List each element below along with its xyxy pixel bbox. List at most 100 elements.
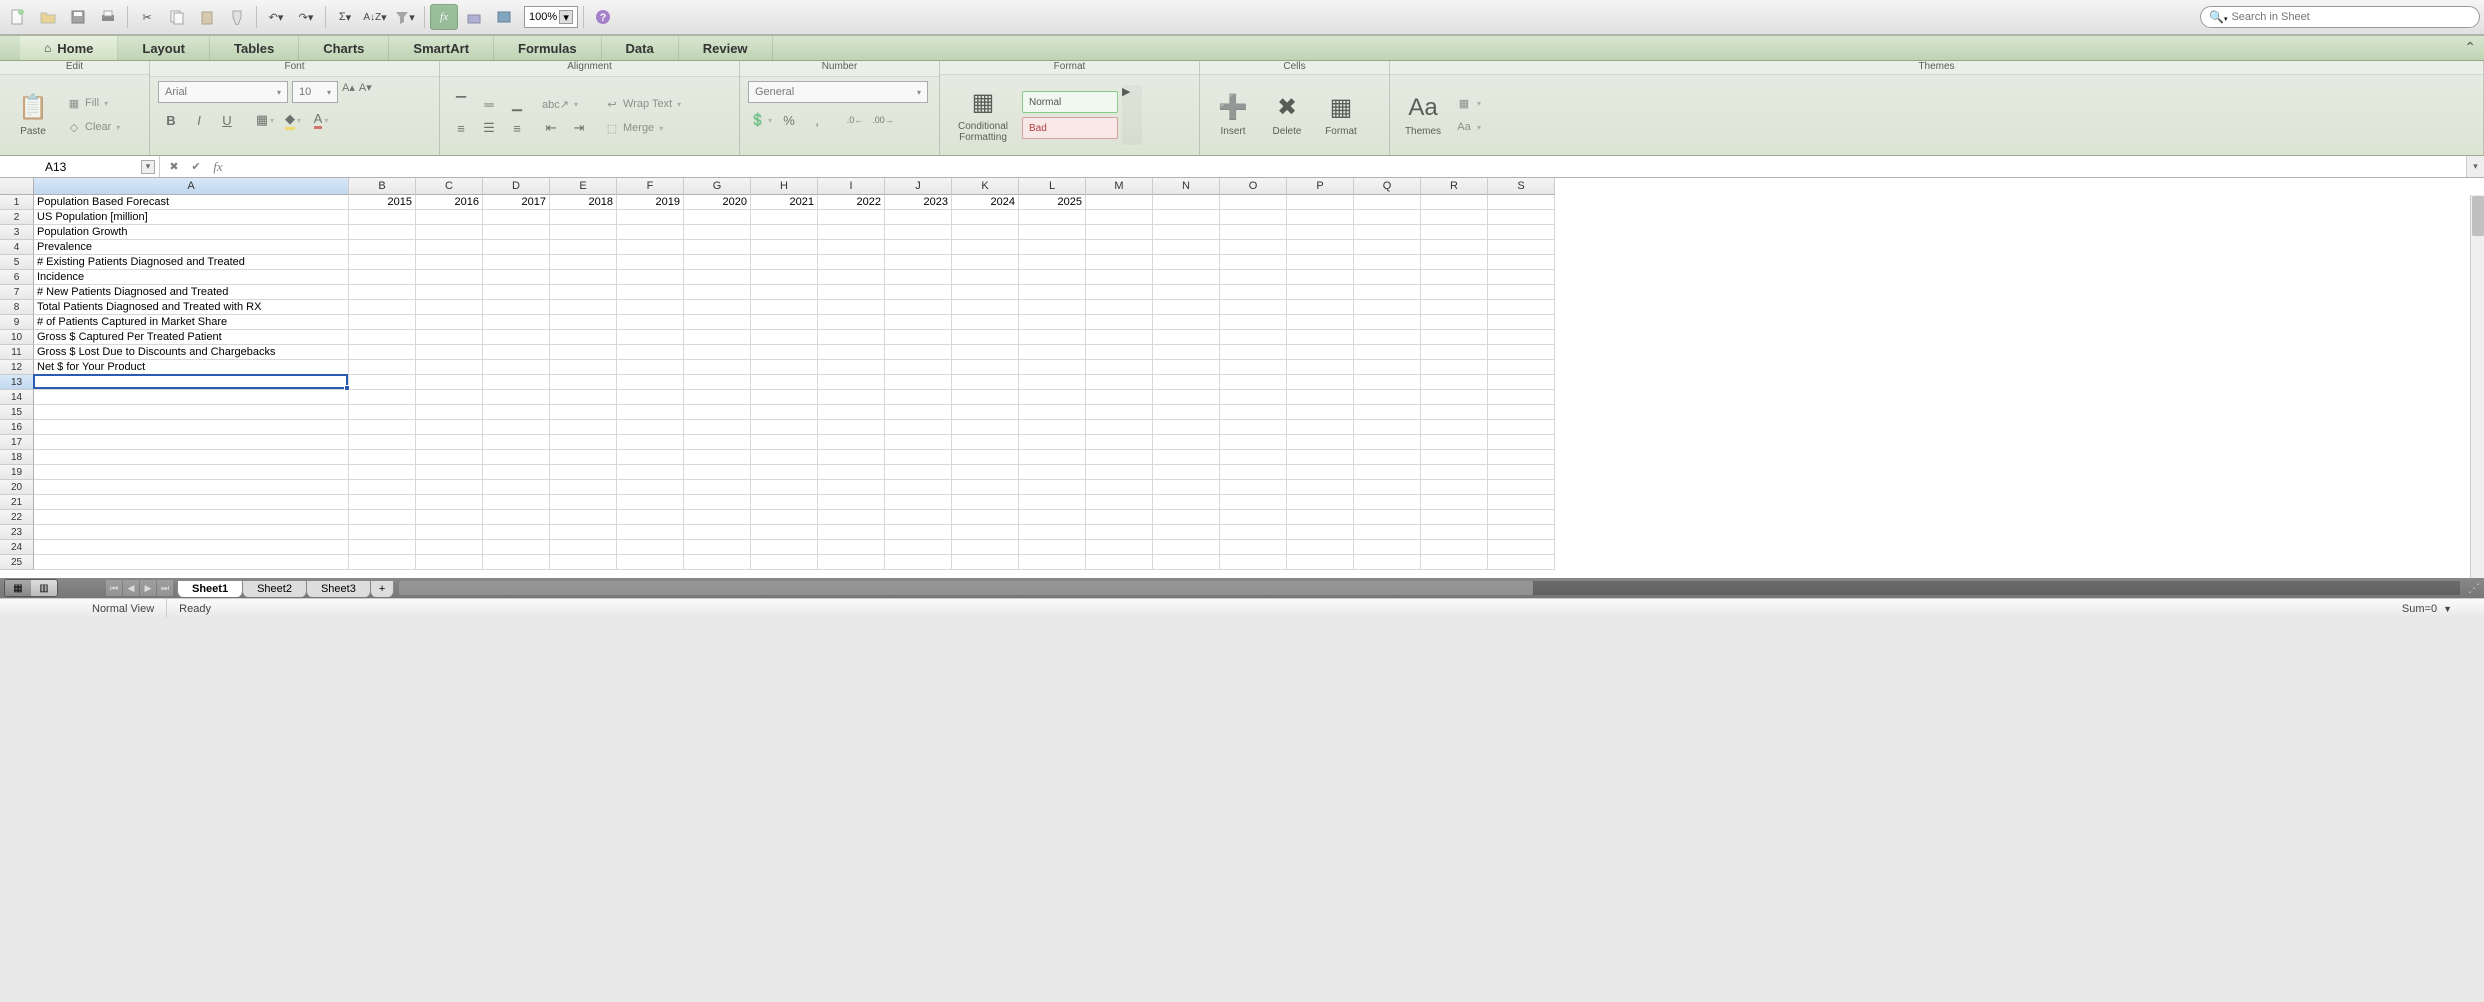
cell[interactable]	[1019, 390, 1086, 405]
cell[interactable]	[550, 405, 617, 420]
cell[interactable]	[1354, 435, 1421, 450]
row-header[interactable]: 19	[0, 465, 34, 480]
cell[interactable]	[751, 465, 818, 480]
format-button[interactable]: ▦Format	[1316, 79, 1366, 151]
cell[interactable]	[1086, 240, 1153, 255]
paste-icon[interactable]	[193, 4, 221, 30]
cell[interactable]	[483, 495, 550, 510]
cell[interactable]	[751, 405, 818, 420]
cell[interactable]	[1421, 345, 1488, 360]
cell[interactable]	[1488, 210, 1555, 225]
cell[interactable]	[1220, 225, 1287, 240]
cell[interactable]	[1287, 420, 1354, 435]
column-header[interactable]: E	[550, 178, 617, 195]
cell[interactable]	[751, 525, 818, 540]
cell[interactable]	[1354, 300, 1421, 315]
cell[interactable]	[1220, 435, 1287, 450]
cell[interactable]	[1488, 375, 1555, 390]
save-icon[interactable]	[64, 4, 92, 30]
tab-tables[interactable]: Tables	[210, 36, 299, 60]
cell[interactable]	[1220, 405, 1287, 420]
cell[interactable]	[818, 540, 885, 555]
column-header[interactable]: Q	[1354, 178, 1421, 195]
cell[interactable]	[1488, 450, 1555, 465]
number-format-combo[interactable]: General▾	[748, 81, 928, 103]
cell[interactable]	[1019, 405, 1086, 420]
shrink-font-icon[interactable]: A▾	[359, 81, 372, 103]
cell[interactable]	[34, 465, 349, 480]
cell[interactable]	[952, 555, 1019, 570]
cell[interactable]	[617, 360, 684, 375]
cell[interactable]	[34, 555, 349, 570]
cell[interactable]	[349, 495, 416, 510]
redo-icon[interactable]: ↷▾	[292, 4, 320, 30]
cell[interactable]	[1287, 300, 1354, 315]
cell[interactable]	[550, 315, 617, 330]
wrap-text-button[interactable]: ↩Wrap Text▾	[600, 93, 685, 115]
cell[interactable]	[1421, 300, 1488, 315]
cell[interactable]	[1019, 300, 1086, 315]
column-header[interactable]: J	[885, 178, 952, 195]
first-sheet-icon[interactable]: ⏮	[106, 580, 122, 596]
cell[interactable]	[1220, 480, 1287, 495]
page-layout-view-icon[interactable]: ▥	[31, 580, 57, 596]
column-header[interactable]: F	[617, 178, 684, 195]
cell[interactable]	[349, 465, 416, 480]
cell[interactable]	[885, 255, 952, 270]
cell[interactable]	[550, 435, 617, 450]
cell[interactable]	[952, 270, 1019, 285]
cell[interactable]	[1354, 345, 1421, 360]
cell[interactable]	[1287, 405, 1354, 420]
cell[interactable]	[1287, 480, 1354, 495]
cell[interactable]	[34, 390, 349, 405]
cell[interactable]: 2023	[885, 195, 952, 210]
indent-decrease-icon[interactable]: ⇤	[538, 117, 564, 139]
cell[interactable]	[1421, 450, 1488, 465]
cell[interactable]	[416, 345, 483, 360]
cell[interactable]	[550, 240, 617, 255]
cell[interactable]	[617, 525, 684, 540]
new-file-icon[interactable]	[4, 4, 32, 30]
cell[interactable]	[617, 210, 684, 225]
cell[interactable]: 2015	[349, 195, 416, 210]
row-header[interactable]: 17	[0, 435, 34, 450]
cell[interactable]	[483, 480, 550, 495]
cell[interactable]	[1153, 555, 1220, 570]
cell[interactable]	[885, 540, 952, 555]
cell[interactable]	[483, 435, 550, 450]
row-header[interactable]: 22	[0, 510, 34, 525]
cell[interactable]	[885, 405, 952, 420]
column-header[interactable]: N	[1153, 178, 1220, 195]
cell[interactable]	[1019, 240, 1086, 255]
cell[interactable]	[1421, 195, 1488, 210]
cell[interactable]	[818, 360, 885, 375]
cell[interactable]	[617, 345, 684, 360]
cell[interactable]	[349, 360, 416, 375]
cell[interactable]	[818, 255, 885, 270]
cell[interactable]	[1220, 390, 1287, 405]
cell[interactable]	[818, 210, 885, 225]
cell[interactable]	[1086, 270, 1153, 285]
cell[interactable]	[617, 375, 684, 390]
cell[interactable]	[34, 435, 349, 450]
cell[interactable]	[1354, 255, 1421, 270]
cell[interactable]	[684, 450, 751, 465]
cell[interactable]	[1354, 420, 1421, 435]
cell[interactable]	[483, 525, 550, 540]
cell[interactable]	[1421, 480, 1488, 495]
increase-decimal-icon[interactable]: .0←	[842, 109, 868, 131]
cell[interactable]	[416, 405, 483, 420]
cell[interactable]	[1421, 510, 1488, 525]
cell[interactable]	[349, 300, 416, 315]
cell[interactable]	[34, 375, 349, 390]
cell[interactable]	[1220, 315, 1287, 330]
cell[interactable]	[684, 285, 751, 300]
cell[interactable]	[885, 495, 952, 510]
cell[interactable]	[1287, 495, 1354, 510]
column-header[interactable]: B	[349, 178, 416, 195]
cell[interactable]	[1220, 420, 1287, 435]
cell[interactable]	[1086, 420, 1153, 435]
cell[interactable]	[483, 315, 550, 330]
cell[interactable]	[617, 285, 684, 300]
styles-more-icon[interactable]: ▶	[1122, 85, 1142, 145]
